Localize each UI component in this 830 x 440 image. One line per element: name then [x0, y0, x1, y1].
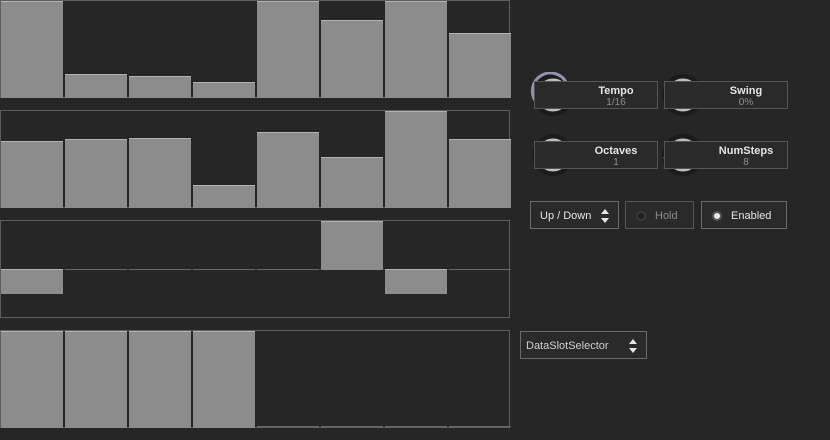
- row2-step-7[interactable]: [385, 111, 447, 208]
- row1-step-2[interactable]: [65, 74, 127, 98]
- row3-step-3-empty[interactable]: [129, 269, 191, 270]
- octaves-display: Octaves 1: [534, 141, 658, 169]
- data-slot-selector-label: DataSlotSelector: [526, 340, 609, 352]
- swing-label: Swing: [729, 85, 763, 97]
- row4-step-2[interactable]: [65, 331, 127, 428]
- tempo-label: Tempo: [598, 85, 634, 97]
- swing-value: 0%: [738, 97, 754, 108]
- swing-display: Swing 0%: [664, 81, 788, 109]
- row4-step-6-empty[interactable]: [321, 426, 383, 427]
- octaves-label: Octaves: [594, 145, 638, 157]
- numsteps-display: NumSteps 8: [664, 141, 788, 169]
- step-row-2[interactable]: [0, 110, 511, 208]
- data-slot-selector[interactable]: DataSlotSelector: [520, 331, 647, 359]
- tempo-display: Tempo 1/16: [534, 81, 658, 109]
- radio-dot-icon: [712, 211, 722, 221]
- row1-step-3[interactable]: [129, 76, 191, 98]
- row2-step-2[interactable]: [65, 139, 127, 208]
- step-row-4[interactable]: [0, 330, 511, 428]
- arp-mode-label: Up / Down: [540, 210, 592, 222]
- row2-step-3[interactable]: [129, 138, 191, 208]
- tempo-value: 1/16: [606, 97, 626, 108]
- row4-step-1[interactable]: [1, 331, 63, 428]
- step-row-1[interactable]: [0, 0, 511, 98]
- row1-step-6[interactable]: [321, 20, 383, 98]
- up-down-arrows-icon: [629, 339, 637, 353]
- row3-step-5-empty[interactable]: [257, 269, 319, 270]
- row1-step-1[interactable]: [1, 1, 63, 98]
- row3-step-8-empty[interactable]: [449, 269, 511, 270]
- row4-step-4[interactable]: [193, 331, 255, 428]
- row4-step-8-empty[interactable]: [449, 426, 511, 427]
- row3-step-7[interactable]: [385, 269, 447, 294]
- hold-toggle[interactable]: Hold: [625, 201, 694, 229]
- row2-step-1[interactable]: [1, 141, 63, 208]
- hold-label: Hold: [655, 210, 678, 222]
- numsteps-value: 8: [743, 157, 749, 168]
- row2-step-5[interactable]: [257, 132, 319, 208]
- step-row-3[interactable]: [0, 220, 511, 318]
- row2-step-8[interactable]: [449, 139, 511, 208]
- row1-step-5[interactable]: [257, 1, 319, 98]
- enabled-toggle[interactable]: Enabled: [701, 201, 787, 229]
- row1-step-7[interactable]: [385, 1, 447, 98]
- radio-dot-icon: [636, 211, 646, 221]
- row2-step-6[interactable]: [321, 157, 383, 208]
- enabled-label: Enabled: [731, 210, 772, 222]
- row4-step-3[interactable]: [129, 331, 191, 428]
- numsteps-label: NumSteps: [718, 145, 774, 157]
- up-down-arrows-icon: [601, 209, 609, 223]
- row1-step-4[interactable]: [193, 82, 255, 98]
- octaves-value: 1: [613, 157, 619, 168]
- arp-mode-select[interactable]: Up / Down: [530, 201, 619, 229]
- row3-step-2-empty[interactable]: [65, 269, 127, 270]
- row4-step-7-empty[interactable]: [385, 426, 447, 427]
- row3-step-1[interactable]: [1, 269, 63, 294]
- row4-step-5-empty[interactable]: [257, 426, 319, 427]
- row1-step-8[interactable]: [449, 33, 511, 98]
- row3-step-6[interactable]: [321, 221, 383, 270]
- row2-step-4[interactable]: [193, 185, 255, 208]
- row3-step-4-empty[interactable]: [193, 269, 255, 270]
